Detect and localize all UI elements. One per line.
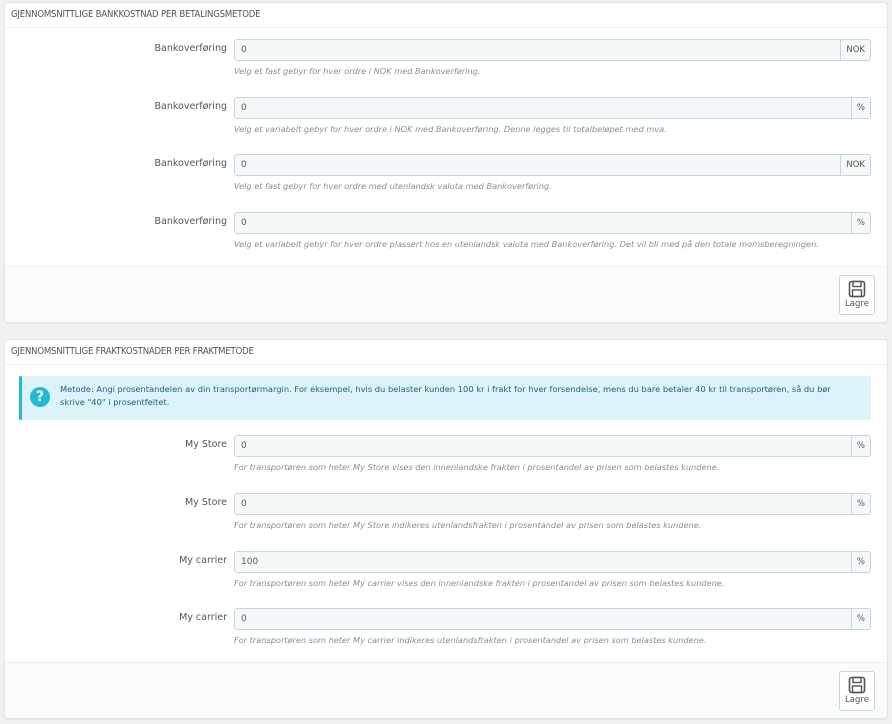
save-label: Lagre (845, 299, 869, 309)
form-row: Bankoverføring % Velg et variabelt gebyr… (5, 212, 887, 258)
form-row: My Store % For transportøren som heter M… (5, 493, 887, 539)
panel-title: GJENNOMSNITTLIGE FRAKTKOSTNADER PER FRAK… (5, 340, 887, 365)
unit-addon: % (851, 493, 871, 515)
unit-addon: % (851, 435, 871, 457)
input-group: NOK (234, 39, 871, 61)
input-group: % (234, 608, 871, 630)
form-row: Bankoverføring NOK Velg et fast gebyr fo… (5, 154, 887, 200)
percent-input[interactable] (234, 551, 852, 573)
shipping-cost-panel: GJENNOMSNITTLIGE FRAKTKOSTNADER PER FRAK… (4, 339, 888, 719)
floppy-disk-icon (848, 676, 866, 694)
panel-title: GJENNOMSNITTLIGE BANKKOSTNAD PER BETALIN… (5, 3, 887, 28)
fee-input[interactable] (234, 154, 842, 176)
field-label: My Store (185, 439, 227, 450)
unit-addon: % (851, 551, 871, 573)
fee-input[interactable] (234, 39, 842, 61)
help-text: For transportøren som heter My Store ind… (234, 520, 702, 530)
panel-footer: Lagre (5, 266, 887, 322)
floppy-disk-icon (848, 280, 866, 298)
save-label: Lagre (845, 695, 869, 705)
unit-addon: % (851, 212, 871, 234)
input-group: % (234, 551, 871, 573)
form-row: My carrier % For transportøren som heter… (5, 608, 887, 654)
fee-input[interactable] (234, 212, 852, 234)
question-circle-icon: ? (30, 387, 50, 407)
input-group: % (234, 97, 871, 119)
field-label: Bankoverføring (154, 158, 227, 169)
panel-footer: Lagre (5, 662, 887, 718)
input-group: NOK (234, 154, 871, 176)
form-row: My Store % For transportøren som heter M… (5, 435, 887, 481)
help-text: Velg et fast gebyr for hver ordre med ut… (234, 181, 552, 191)
input-group: % (234, 493, 871, 515)
field-label: Bankoverføring (154, 101, 227, 112)
help-text: Velg et variabelt gebyr for hver ordre i… (234, 124, 667, 134)
bank-cost-panel: GJENNOMSNITTLIGE BANKKOSTNAD PER BETALIN… (4, 2, 888, 323)
field-label: Bankoverføring (154, 216, 227, 227)
field-label: My carrier (179, 555, 227, 566)
help-text: Velg et variabelt gebyr for hver ordre p… (234, 239, 819, 249)
field-label: Bankoverføring (154, 43, 227, 54)
save-button[interactable]: Lagre (839, 671, 875, 711)
unit-addon: NOK (841, 154, 871, 176)
save-button[interactable]: Lagre (839, 275, 875, 315)
unit-addon: NOK (841, 39, 871, 61)
input-group: % (234, 435, 871, 457)
info-alert: ? Metode: Angi prosentandelen av din tra… (19, 376, 871, 420)
form-row: My carrier % For transportøren som heter… (5, 551, 887, 597)
field-label: My carrier (179, 612, 227, 623)
form-row: Bankoverføring NOK Velg et fast gebyr fo… (5, 39, 887, 85)
form-row: Bankoverføring % Velg et variabelt gebyr… (5, 97, 887, 143)
unit-addon: % (851, 608, 871, 630)
fee-input[interactable] (234, 97, 852, 119)
percent-input[interactable] (234, 493, 852, 515)
info-message: Metode: Angi prosentandelen av din trans… (60, 384, 831, 407)
unit-addon: % (851, 97, 871, 119)
help-text: Velg et fast gebyr for hver ordre i NOK … (234, 66, 481, 76)
percent-input[interactable] (234, 435, 852, 457)
help-text: For transportøren som heter My carrier v… (234, 578, 725, 588)
help-text: For transportøren som heter My carrier i… (234, 635, 707, 645)
field-label: My Store (185, 497, 227, 508)
input-group: % (234, 212, 871, 234)
percent-input[interactable] (234, 608, 852, 630)
help-text: For transportøren som heter My Store vis… (234, 462, 720, 472)
